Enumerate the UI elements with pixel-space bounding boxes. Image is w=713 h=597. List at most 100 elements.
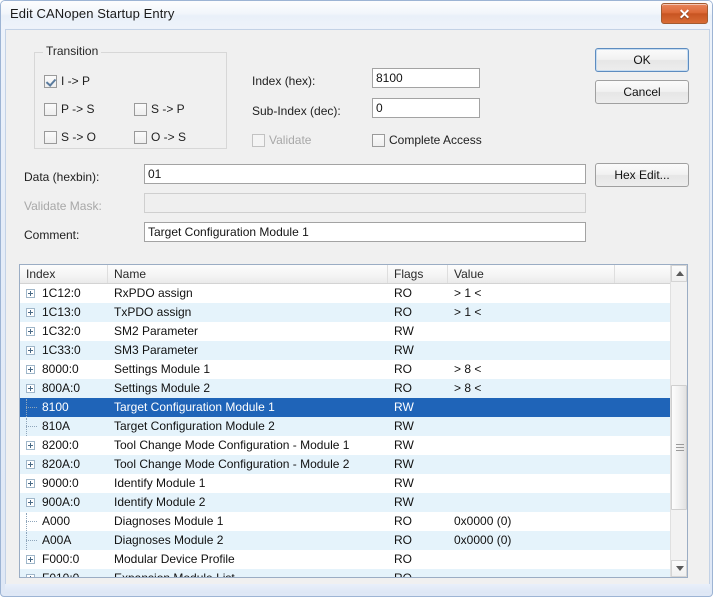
- validate-mask-input: [144, 193, 586, 213]
- list-header: Index Name Flags Value: [20, 265, 687, 284]
- checkbox-label: I -> P: [61, 74, 91, 88]
- table-row[interactable]: 8100 Target Configuration Module 1 RW: [20, 398, 687, 417]
- table-row[interactable]: 9000:0 Identify Module 1 RW: [20, 474, 687, 493]
- table-row[interactable]: 1C33:0 SM3 Parameter RW: [20, 341, 687, 360]
- table-row[interactable]: 1C13:0 TxPDO assign RO > 1 <: [20, 303, 687, 322]
- checkbox-box-icon[interactable]: [134, 102, 147, 116]
- table-row[interactable]: F010:0 Expansion Module List RO: [20, 569, 687, 578]
- table-row[interactable]: A00A Diagnoses Module 2 RO 0x0000 (0): [20, 531, 687, 550]
- vertical-scrollbar[interactable]: [670, 265, 687, 577]
- tree-leaf-line-icon: [26, 532, 37, 550]
- cell-flags: RW: [394, 476, 414, 490]
- expand-plus-icon[interactable]: [26, 555, 35, 564]
- cell-value: > 8 <: [454, 381, 482, 395]
- object-dictionary-list: Index Name Flags Value 1C12:0 RxPDO assig…: [19, 264, 688, 578]
- comment-label: Comment:: [24, 228, 80, 242]
- cell-name: Identify Module 2: [114, 495, 206, 509]
- cell-value: [454, 455, 615, 474]
- checkbox-complete-access[interactable]: Complete Access: [372, 133, 482, 147]
- table-row[interactable]: 8000:0 Settings Module 1 RO > 8 <: [20, 360, 687, 379]
- cell-name: Expansion Module List: [114, 571, 235, 578]
- cell-name: Diagnoses Module 1: [114, 514, 224, 528]
- checkbox-box-icon[interactable]: [44, 102, 57, 116]
- column-header-index[interactable]: Index: [20, 265, 108, 283]
- ok-button[interactable]: OK: [595, 48, 689, 72]
- cell-name: TxPDO assign: [114, 305, 192, 319]
- column-header-value[interactable]: Value: [448, 265, 615, 283]
- cell-name: Identify Module 1: [114, 476, 206, 490]
- close-button[interactable]: ✕: [661, 3, 708, 24]
- checkbox-box-icon[interactable]: [372, 133, 385, 147]
- cell-value: > 1 <: [454, 286, 482, 300]
- table-row[interactable]: 8200:0 Tool Change Mode Configuration - M…: [20, 436, 687, 455]
- cell-flags: RO: [394, 514, 412, 528]
- expand-plus-icon[interactable]: [26, 574, 35, 577]
- checkbox-s-to-p[interactable]: S -> P: [134, 102, 185, 116]
- cell-value: [454, 398, 615, 417]
- table-row[interactable]: F000:0 Modular Device Profile RO: [20, 550, 687, 569]
- list-body[interactable]: 1C12:0 RxPDO assign RO > 1 < 1C13:0 TxPDO ass…: [20, 284, 687, 578]
- table-row[interactable]: 1C12:0 RxPDO assign RO > 1 <: [20, 284, 687, 303]
- table-row[interactable]: 800A:0 Settings Module 2 RO > 8 <: [20, 379, 687, 398]
- cell-name: Tool Change Mode Configuration - Module …: [114, 457, 350, 471]
- cell-index: 820A:0: [42, 457, 81, 471]
- checkbox-o-to-s[interactable]: O -> S: [134, 130, 186, 144]
- scrollbar-thumb[interactable]: [671, 385, 687, 510]
- cell-value: [454, 569, 615, 577]
- expand-plus-icon[interactable]: [26, 384, 35, 393]
- scroll-down-button[interactable]: [671, 560, 687, 577]
- cell-value: [454, 436, 615, 455]
- cell-flags: RO: [394, 552, 412, 566]
- column-header-flags[interactable]: Flags: [388, 265, 448, 283]
- expand-plus-icon[interactable]: [26, 479, 35, 488]
- cell-flags: RO: [394, 286, 412, 300]
- expand-plus-icon[interactable]: [26, 441, 35, 450]
- expand-plus-icon[interactable]: [26, 365, 35, 374]
- checkbox-p-to-s[interactable]: P -> S: [44, 102, 94, 116]
- table-row[interactable]: A000 Diagnoses Module 1 RO 0x0000 (0): [20, 512, 687, 531]
- cell-flags: RO: [394, 381, 412, 395]
- cancel-button[interactable]: Cancel: [595, 80, 689, 104]
- expand-plus-icon[interactable]: [26, 289, 35, 298]
- transition-legend: Transition: [43, 44, 102, 58]
- checkbox-label: P -> S: [61, 102, 95, 116]
- comment-input[interactable]: [144, 222, 586, 242]
- table-row[interactable]: 1C32:0 SM2 Parameter RW: [20, 322, 687, 341]
- subindex-input[interactable]: [372, 98, 480, 118]
- checkbox-box-icon[interactable]: [134, 130, 147, 144]
- data-input[interactable]: [144, 164, 586, 184]
- scroll-up-button[interactable]: [671, 265, 687, 282]
- table-row[interactable]: 900A:0 Identify Module 2 RW: [20, 493, 687, 512]
- cell-value: [454, 322, 615, 341]
- cell-index: 9000:0: [42, 476, 79, 490]
- expand-plus-icon[interactable]: [26, 498, 35, 507]
- cell-flags: RW: [394, 324, 414, 338]
- checkbox-s-to-o[interactable]: S -> O: [44, 130, 96, 144]
- checkbox-box-icon[interactable]: [44, 130, 57, 144]
- expand-plus-icon[interactable]: [26, 308, 35, 317]
- table-row[interactable]: 810A Target Configuration Module 2 RW: [20, 417, 687, 436]
- cell-index: 1C12:0: [42, 286, 81, 300]
- cell-name: Target Configuration Module 2: [114, 419, 275, 433]
- validate-mask-label: Validate Mask:: [24, 199, 102, 213]
- table-row[interactable]: 820A:0 Tool Change Mode Configuration - M…: [20, 455, 687, 474]
- cell-index: 1C33:0: [42, 343, 81, 357]
- expand-plus-icon[interactable]: [26, 327, 35, 336]
- checkbox-i-to-p[interactable]: I -> P: [44, 74, 90, 88]
- expand-plus-icon[interactable]: [26, 346, 35, 355]
- cell-flags: RW: [394, 457, 414, 471]
- triangle-down-icon: [676, 566, 684, 571]
- expand-plus-icon[interactable]: [26, 460, 35, 469]
- column-header-name[interactable]: Name: [108, 265, 388, 283]
- checkbox-box-icon[interactable]: [44, 74, 57, 88]
- hex-edit-button[interactable]: Hex Edit...: [595, 163, 689, 187]
- title-bar: Edit CANopen Startup Entry ✕: [1, 1, 712, 28]
- window-title: Edit CANopen Startup Entry: [10, 6, 175, 21]
- cell-name: RxPDO assign: [114, 286, 193, 300]
- cell-index: 810A: [42, 419, 71, 433]
- checkbox-label: Complete Access: [389, 133, 482, 147]
- cell-index: 900A:0: [42, 495, 81, 509]
- cell-index: 8100: [42, 400, 69, 414]
- index-input[interactable]: [372, 68, 480, 88]
- triangle-up-icon: [676, 271, 684, 276]
